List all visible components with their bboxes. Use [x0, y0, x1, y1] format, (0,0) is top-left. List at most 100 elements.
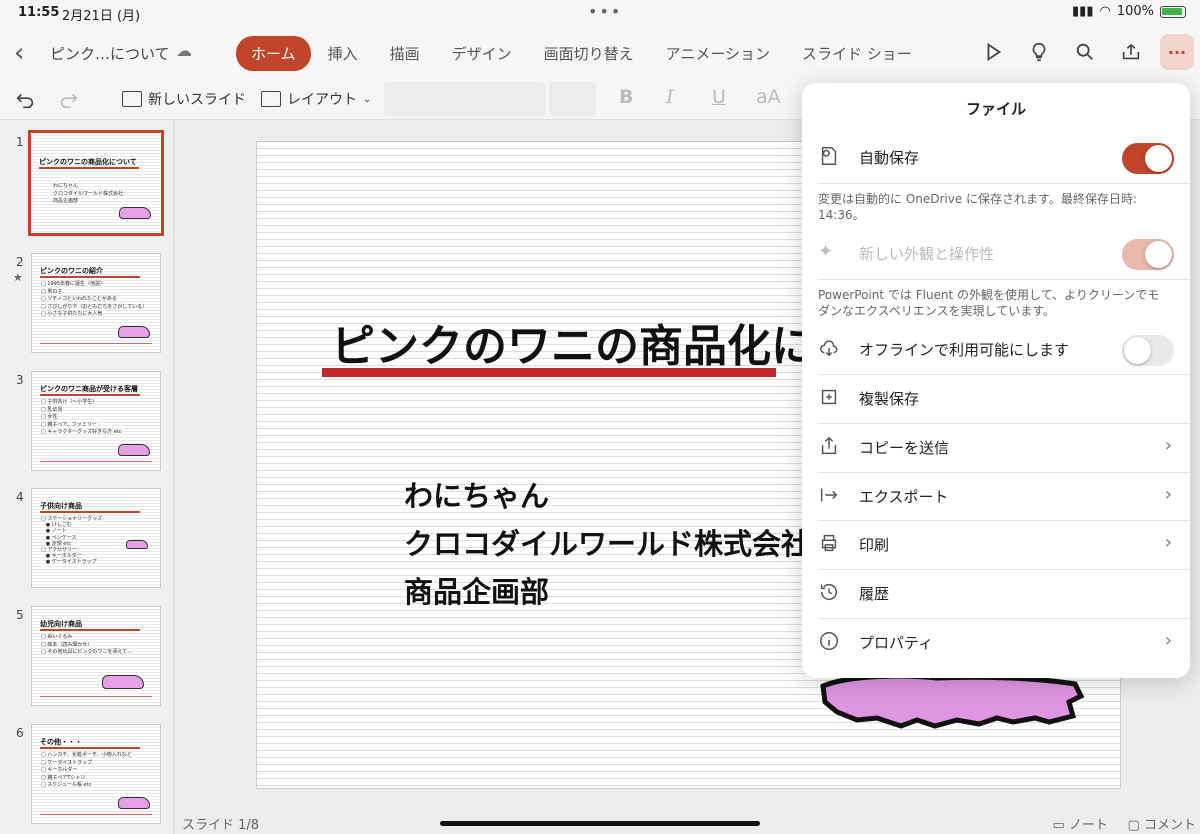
export-icon [818, 484, 842, 508]
properties-label: プロパティ [859, 634, 934, 652]
animation-star-icon: ★ [13, 271, 23, 284]
autosave-toggle[interactable] [1122, 143, 1174, 174]
layout-button[interactable]: レイアウト ⌄ [261, 89, 371, 109]
font-name-field[interactable] [384, 82, 546, 116]
font-size-field[interactable] [549, 82, 596, 116]
pink-croc-image [126, 540, 148, 549]
file-menu-title: ファイル [965, 100, 1026, 118]
multitask-dots-icon[interactable]: ••• [588, 2, 622, 21]
home-indicator[interactable] [440, 821, 760, 826]
comment-icon: ▢ [1127, 818, 1140, 833]
thumbnail-title-bar [40, 747, 140, 749]
tab-design[interactable]: デザイン [437, 36, 527, 71]
offline-toggle[interactable] [1122, 335, 1174, 366]
redo-icon[interactable] [58, 89, 80, 111]
slide-count: スライド 1/8 [182, 818, 260, 833]
undo-icon[interactable] [14, 89, 36, 111]
chevron-down-icon: ⌄ [363, 93, 372, 105]
new-look-toggle[interactable] [1122, 239, 1174, 270]
tab-slideshow[interactable]: スライド ショー [787, 36, 927, 71]
chevron-right-icon: › [1164, 484, 1172, 505]
comments-button[interactable]: ▢ コメント [1128, 814, 1196, 833]
printer-icon [818, 532, 842, 556]
document-title[interactable]: ピンク…について [50, 43, 170, 64]
pink-croc-image [118, 444, 150, 456]
new-look-label: 新しい外観と操作性 [859, 245, 995, 263]
pink-croc-image[interactable] [817, 672, 1087, 772]
notes-icon: ▭ [1052, 818, 1065, 833]
pink-croc-image [118, 326, 150, 338]
thumbnail-slide[interactable]: ピンクのワニの商品化について わにちゃん クロコダイルワールド株式会社 商品企画… [28, 130, 164, 236]
bold-button[interactable]: B [619, 86, 633, 108]
thumbnail-title: その他・・・ [40, 738, 82, 746]
divider [818, 279, 1190, 280]
thumbnail-slide[interactable]: その他・・・ □ ハンカチ、化粧ポーチ、小物入れなど □ ケータイストラップ □… [31, 724, 161, 824]
wifi-icon: ◠ [1099, 4, 1111, 19]
more-options-button[interactable]: ··· [1160, 34, 1194, 70]
send-copy-row[interactable]: コピーを送信 › [802, 423, 1190, 471]
tab-transitions[interactable]: 画面切り替え [529, 36, 649, 71]
thumbnail-footer-line [40, 461, 152, 462]
battery-percent: 100% [1116, 4, 1154, 19]
battery-icon [1160, 5, 1186, 18]
duplicate-row[interactable]: 複製保存 [802, 374, 1190, 422]
status-bar: 11:55 2月21日 (月) ••• ▮▮▮ ◠ 100% [0, 0, 1200, 26]
thumbnail-title: 子供向け商品 [40, 502, 82, 510]
tab-insert[interactable]: 挿入 [313, 36, 373, 71]
thumbnail-title-bar [39, 167, 139, 169]
properties-row[interactable]: プロパティ › [802, 618, 1190, 666]
status-time: 11:55 [18, 5, 60, 20]
title-bar: ‹ ピンク…について ☁ ホーム 挿入 描画 デザイン 画面切り替え アニメーシ… [0, 26, 1200, 80]
export-row[interactable]: エクスポート › [802, 472, 1190, 520]
history-icon [818, 581, 842, 605]
search-icon[interactable] [1062, 34, 1108, 70]
cloud-download-icon [818, 337, 842, 361]
sparkle-icon: ✦ [818, 241, 834, 262]
font-size-menu-button[interactable]: aA [756, 86, 781, 108]
lightbulb-icon[interactable] [1016, 34, 1062, 70]
pink-croc-image [118, 797, 150, 809]
thumbnail-text: □ 1995年春に誕生（他説） □ 男の子 □ ツチノコといわれたことがある □… [41, 281, 148, 318]
autosave-description: 変更は自動的に OneDrive に保存されます。最終保存日時: 14:36。 [818, 192, 1137, 222]
thumbnail-footer-line [40, 343, 152, 344]
cloud-sync-icon[interactable]: ☁ [176, 41, 192, 60]
autosave-icon [818, 145, 842, 169]
slide-subtitle[interactable]: わにちゃん クロコダイルワールド株式会社 商品企画部 [404, 472, 810, 616]
signal-icon: ▮▮▮ [1072, 4, 1094, 19]
history-row[interactable]: 履歴 [802, 569, 1190, 617]
thumbnail-number: 3 [16, 373, 24, 387]
slide-title-bar[interactable] [322, 368, 776, 377]
thumbnail-title: 幼児向け商品 [40, 620, 82, 628]
thumbnail-slide[interactable]: ピンクのワニ商品が受ける客層 □ 子供向け（〜小学生） □ 乳幼児 □ 女性 □… [31, 371, 161, 471]
thumbnail-number: 1 [16, 135, 24, 149]
chevron-right-icon: › [1164, 435, 1172, 456]
thumbnail-slide[interactable]: 幼児向け商品 □ ぬいぐるみ □ 絵本（読み聞かせ） □ その他玩具にピンクのワ… [31, 606, 161, 706]
thumbnail-slide[interactable]: 子供向け商品 □ ステーショナリーグッズ ● けしごむ ● ノート ● ペンケー… [31, 488, 161, 588]
thumbnail-number: 4 [16, 490, 24, 504]
play-icon[interactable] [970, 34, 1016, 70]
print-row[interactable]: 印刷 › [802, 520, 1190, 568]
file-menu-popover: ファイル 自動保存 変更は自動的に OneDrive に保存されます。最終保存日… [802, 83, 1190, 678]
italic-button[interactable]: I [666, 86, 674, 108]
print-label: 印刷 [859, 536, 890, 554]
thumbnail-number: 5 [16, 608, 24, 622]
tab-draw[interactable]: 描画 [375, 36, 435, 71]
new-look-row: ✦ 新しい外観と操作性 [802, 229, 1190, 277]
thumbnail-number: 6 [16, 726, 24, 740]
offline-row: オフラインで利用可能にします [802, 325, 1190, 373]
share-icon[interactable] [1108, 34, 1154, 70]
thumbnail-title: ピンクのワニ商品が受ける客層 [40, 385, 138, 393]
slide-thumbnails-panel[interactable]: 1 ピンクのワニの商品化について わにちゃん クロコダイルワールド株式会社 商品… [0, 121, 174, 834]
back-button[interactable]: ‹ [14, 38, 24, 68]
duplicate-label: 複製保存 [859, 390, 920, 408]
notes-button[interactable]: ▭ ノート [1053, 814, 1108, 833]
autosave-label: 自動保存 [859, 149, 920, 167]
tab-animations[interactable]: アニメーション [651, 36, 785, 71]
tab-home[interactable]: ホーム [236, 36, 311, 71]
thumbnail-title: ピンクのワニの紹介 [40, 267, 103, 275]
underline-button[interactable]: U [712, 86, 726, 108]
subtitle-line: 商品企画部 [404, 575, 550, 609]
new-slide-button[interactable]: 新しいスライド [122, 89, 246, 109]
thumbnail-slide[interactable]: ピンクのワニの紹介 □ 1995年春に誕生（他説） □ 男の子 □ ツチノコとい… [31, 253, 161, 353]
thumbnail-title-bar [40, 276, 140, 278]
